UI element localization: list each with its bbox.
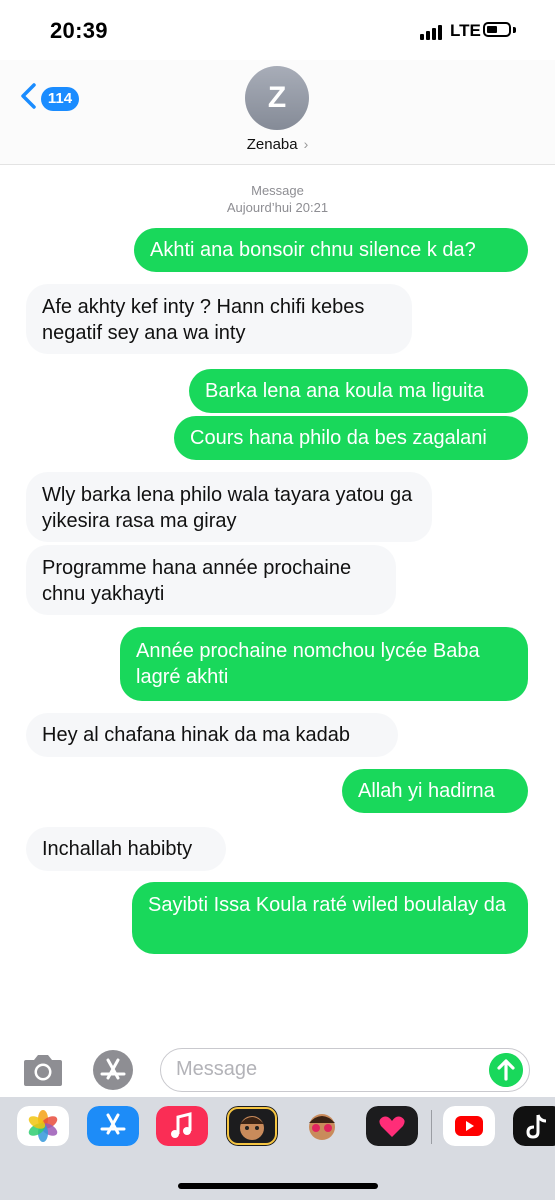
message-text: Hey al chafana hinak da ma kadab [42,724,350,746]
tiktok-icon[interactable] [513,1106,555,1146]
arrow-up-icon[interactable] [489,1053,523,1087]
home-indicator[interactable] [178,1183,378,1189]
contact-name-label: Zenaba [246,136,298,153]
unread-count-badge[interactable]: 114 [41,87,79,111]
message-text: Cours hana philo da bes zagalani [190,427,487,449]
received-message-bubble[interactable]: Inchallah habibty [26,827,226,871]
music-icon[interactable] [156,1106,208,1146]
app-store-icon[interactable] [91,1050,135,1090]
app-store-icon[interactable] [87,1106,139,1146]
photos-icon[interactable] [17,1106,69,1146]
camera-icon[interactable] [22,1052,64,1088]
clock: 20:39 [50,18,108,43]
avatar[interactable]: Z [245,66,309,130]
signal-icon [420,24,446,40]
contact-name[interactable]: Zenaba › [0,136,555,153]
message-text: Sayibti Issa Koula raté wiled boulalay d… [148,894,506,916]
drawer-divider [431,1110,432,1144]
message-text: Inchallah habibty [42,838,193,860]
message-text: Wly barka lena philo wala tayara yatou g… [42,484,413,532]
battery-icon [483,22,511,37]
message-text: Afe akhty kef inty ? Hann chifi kebes ne… [42,296,365,344]
received-message-bubble[interactable]: Programme hana année prochaine chnu yakh… [26,545,396,615]
conversation-header: 114 Z Zenaba › [0,60,555,165]
status-bar: 20:39 LTE [0,0,555,60]
youtube-icon[interactable] [443,1106,495,1146]
received-message-bubble[interactable]: Wly barka lena philo wala tayara yatou g… [26,472,432,542]
service-label: Message [251,183,304,198]
chevron-left-icon[interactable] [18,82,40,110]
message-text: Akhti ana bonsoir chnu silence k da? [150,239,476,261]
chevron-right-icon: › [303,136,309,152]
sent-message-bubble[interactable]: Année prochaine nomchou lycée Baba lagré… [120,627,528,701]
battery-cap [513,27,516,33]
received-message-bubble[interactable]: Hey al chafana hinak da ma kadab [26,713,398,757]
sent-message-bubble[interactable]: Barka lena ana koula ma liguita [189,369,528,413]
sent-message-bubble[interactable]: Allah yi hadirna [342,769,528,813]
message-text: Année prochaine nomchou lycée Baba lagré… [136,640,480,688]
message-text: Barka lena ana koula ma liguita [205,380,485,402]
thread-timestamp: Aujourd’hui 20:21 [226,200,329,215]
message-input-placeholder: Message [176,1058,258,1080]
message-text: Allah yi hadirna [358,780,495,802]
message-text: Programme hana année prochaine chnu yakh… [42,557,352,605]
received-message-bubble[interactable]: Afe akhty kef inty ? Hann chifi kebes ne… [26,284,412,354]
memoji-icon[interactable] [226,1106,278,1146]
memoji-stickers-icon[interactable] [296,1106,348,1146]
digital-touch-icon[interactable] [366,1106,418,1146]
sent-message-bubble[interactable]: Sayibti Issa Koula raté wiled boulalay d… [132,882,528,954]
sent-message-bubble[interactable]: Akhti ana bonsoir chnu silence k da? [134,228,528,272]
network-type: LTE [450,21,481,40]
sent-message-bubble[interactable]: Cours hana philo da bes zagalani [174,416,528,460]
